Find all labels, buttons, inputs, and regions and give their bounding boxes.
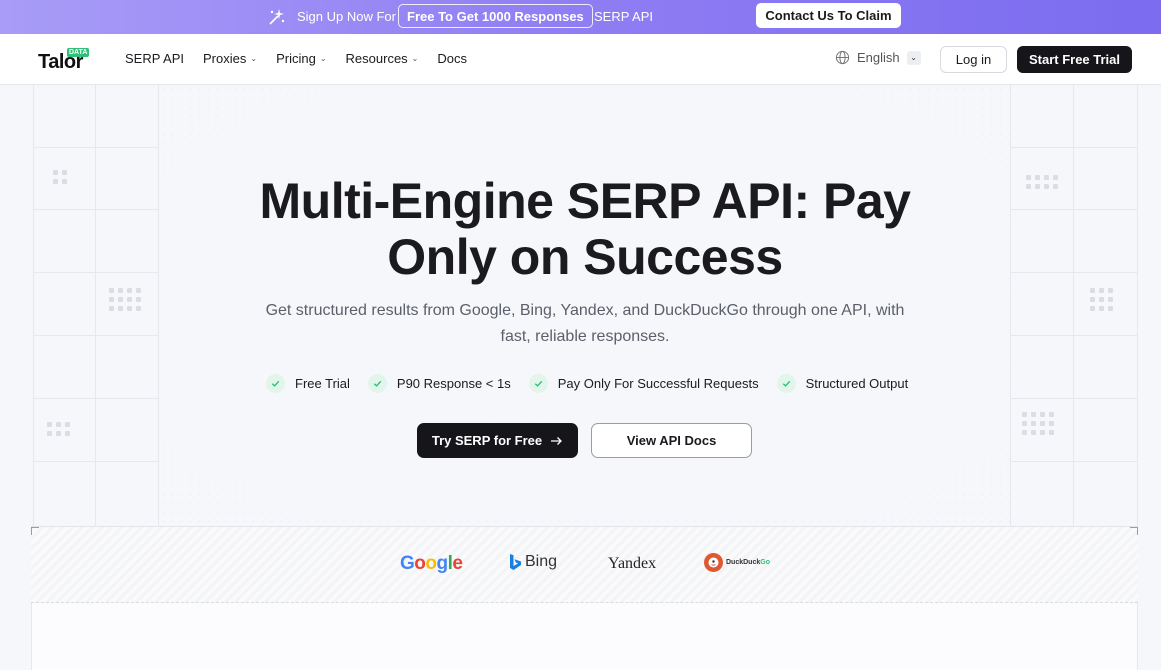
arrow-right-icon — [551, 436, 563, 445]
bing-logo: Bing — [509, 553, 557, 571]
duckduckgo-logo: DuckDuckGo — [704, 553, 770, 572]
decor-dots — [109, 288, 141, 311]
main-menu: SERP API Proxies ⌄ Pricing ⌄ Resources ⌄… — [125, 51, 467, 66]
nav-item-label: SERP API — [125, 51, 185, 66]
feature-label: P90 Response < 1s — [396, 376, 511, 391]
feature-item: P90 Response < 1s — [367, 374, 511, 393]
google-letter: e — [452, 553, 463, 574]
start-free-trial-button[interactable]: Start Free Trial — [1017, 46, 1132, 73]
feature-label: Structured Output — [805, 376, 909, 391]
google-letter: o — [414, 553, 426, 574]
title-line-2: Only on Success — [387, 229, 783, 285]
promo-banner: Sign Up Now For Free To Get 1000 Respons… — [0, 0, 1161, 34]
check-icon — [776, 374, 796, 393]
right-decor-grid — [1010, 85, 1138, 526]
google-letter: o — [425, 553, 437, 574]
nav-item-label: Proxies — [203, 51, 247, 66]
check-icon — [367, 374, 387, 393]
decor-dots — [1026, 175, 1058, 189]
yandex-logo: Yandex — [608, 555, 656, 573]
feature-item: Structured Output — [776, 374, 909, 393]
top-navigation: Talor DATA SERP API Proxies ⌄ Pricing ⌄ … — [0, 34, 1161, 85]
nav-item-docs[interactable]: Docs — [437, 51, 467, 66]
globe-icon — [835, 50, 850, 65]
check-icon — [528, 374, 548, 393]
google-logo: Google — [400, 553, 463, 575]
talor-data-logo[interactable]: Talor DATA — [36, 48, 92, 74]
feature-item: Free Trial — [266, 374, 350, 393]
bing-icon — [510, 554, 521, 570]
engine-logo-strip — [31, 526, 1138, 603]
left-decor-grid — [33, 85, 159, 526]
nav-item-label: Docs — [437, 51, 467, 66]
check-icon — [266, 374, 285, 393]
promo-offer-chip[interactable]: Free To Get 1000 Responses — [398, 4, 593, 28]
sparkle-icon — [269, 9, 285, 25]
promo-tail-text: SERP API — [594, 9, 654, 24]
yandex-wordmark: Yandex — [608, 555, 657, 572]
hero-section: Multi-Engine SERP API: Pay Only on Succe… — [0, 85, 1161, 526]
chevron-down-icon: ⌄ — [411, 54, 419, 63]
feature-label: Free Trial — [295, 376, 350, 391]
chevron-down-icon: ⌄ — [906, 50, 921, 65]
duckduckgo-wordmark: DuckDuckGo — [726, 559, 770, 566]
nav-item-resources[interactable]: Resources ⌄ — [346, 51, 419, 66]
promo-lead-text: Sign Up Now For — [297, 9, 396, 24]
try-serp-free-button[interactable]: Try SERP for Free — [417, 423, 578, 458]
nav-item-proxies[interactable]: Proxies ⌄ — [203, 51, 257, 66]
nav-item-label: Pricing — [276, 51, 316, 66]
chevron-down-icon: ⌄ — [250, 54, 258, 63]
contact-claim-button[interactable]: Contact Us To Claim — [756, 3, 901, 28]
chevron-down-icon: ⌄ — [319, 54, 327, 63]
page-title: Multi-Engine SERP API: Pay Only on Succe… — [200, 173, 970, 285]
bing-wordmark: Bing — [525, 553, 558, 570]
decor-dots — [47, 422, 70, 436]
decor-dots — [1022, 412, 1054, 435]
nav-item-serp-api[interactable]: SERP API — [125, 51, 184, 66]
hero-subtitle: Get structured results from Google, Bing… — [265, 302, 905, 345]
language-label: English — [857, 50, 900, 65]
decor-dots — [1090, 288, 1113, 311]
feature-list: Free Trial P90 Response < 1s Pay Only Fo… — [266, 374, 908, 393]
title-line-1: Multi-Engine SERP API: Pay — [259, 173, 912, 229]
nav-item-label: Resources — [345, 51, 408, 66]
language-selector[interactable]: English ⌄ — [835, 50, 921, 65]
feature-item: Pay Only For Successful Requests — [528, 374, 759, 393]
duck-icon — [704, 553, 723, 572]
button-label: Try SERP for Free — [431, 433, 543, 448]
google-letter: G — [400, 553, 415, 574]
content-area — [31, 603, 1138, 670]
google-letter: g — [436, 553, 449, 574]
feature-label: Pay Only For Successful Requests — [557, 376, 759, 391]
nav-item-pricing[interactable]: Pricing ⌄ — [276, 51, 326, 66]
logo-tag: DATA — [67, 48, 90, 57]
decor-dots — [53, 170, 67, 184]
view-api-docs-button[interactable]: View API Docs — [591, 423, 752, 458]
login-button[interactable]: Log in — [940, 46, 1007, 73]
